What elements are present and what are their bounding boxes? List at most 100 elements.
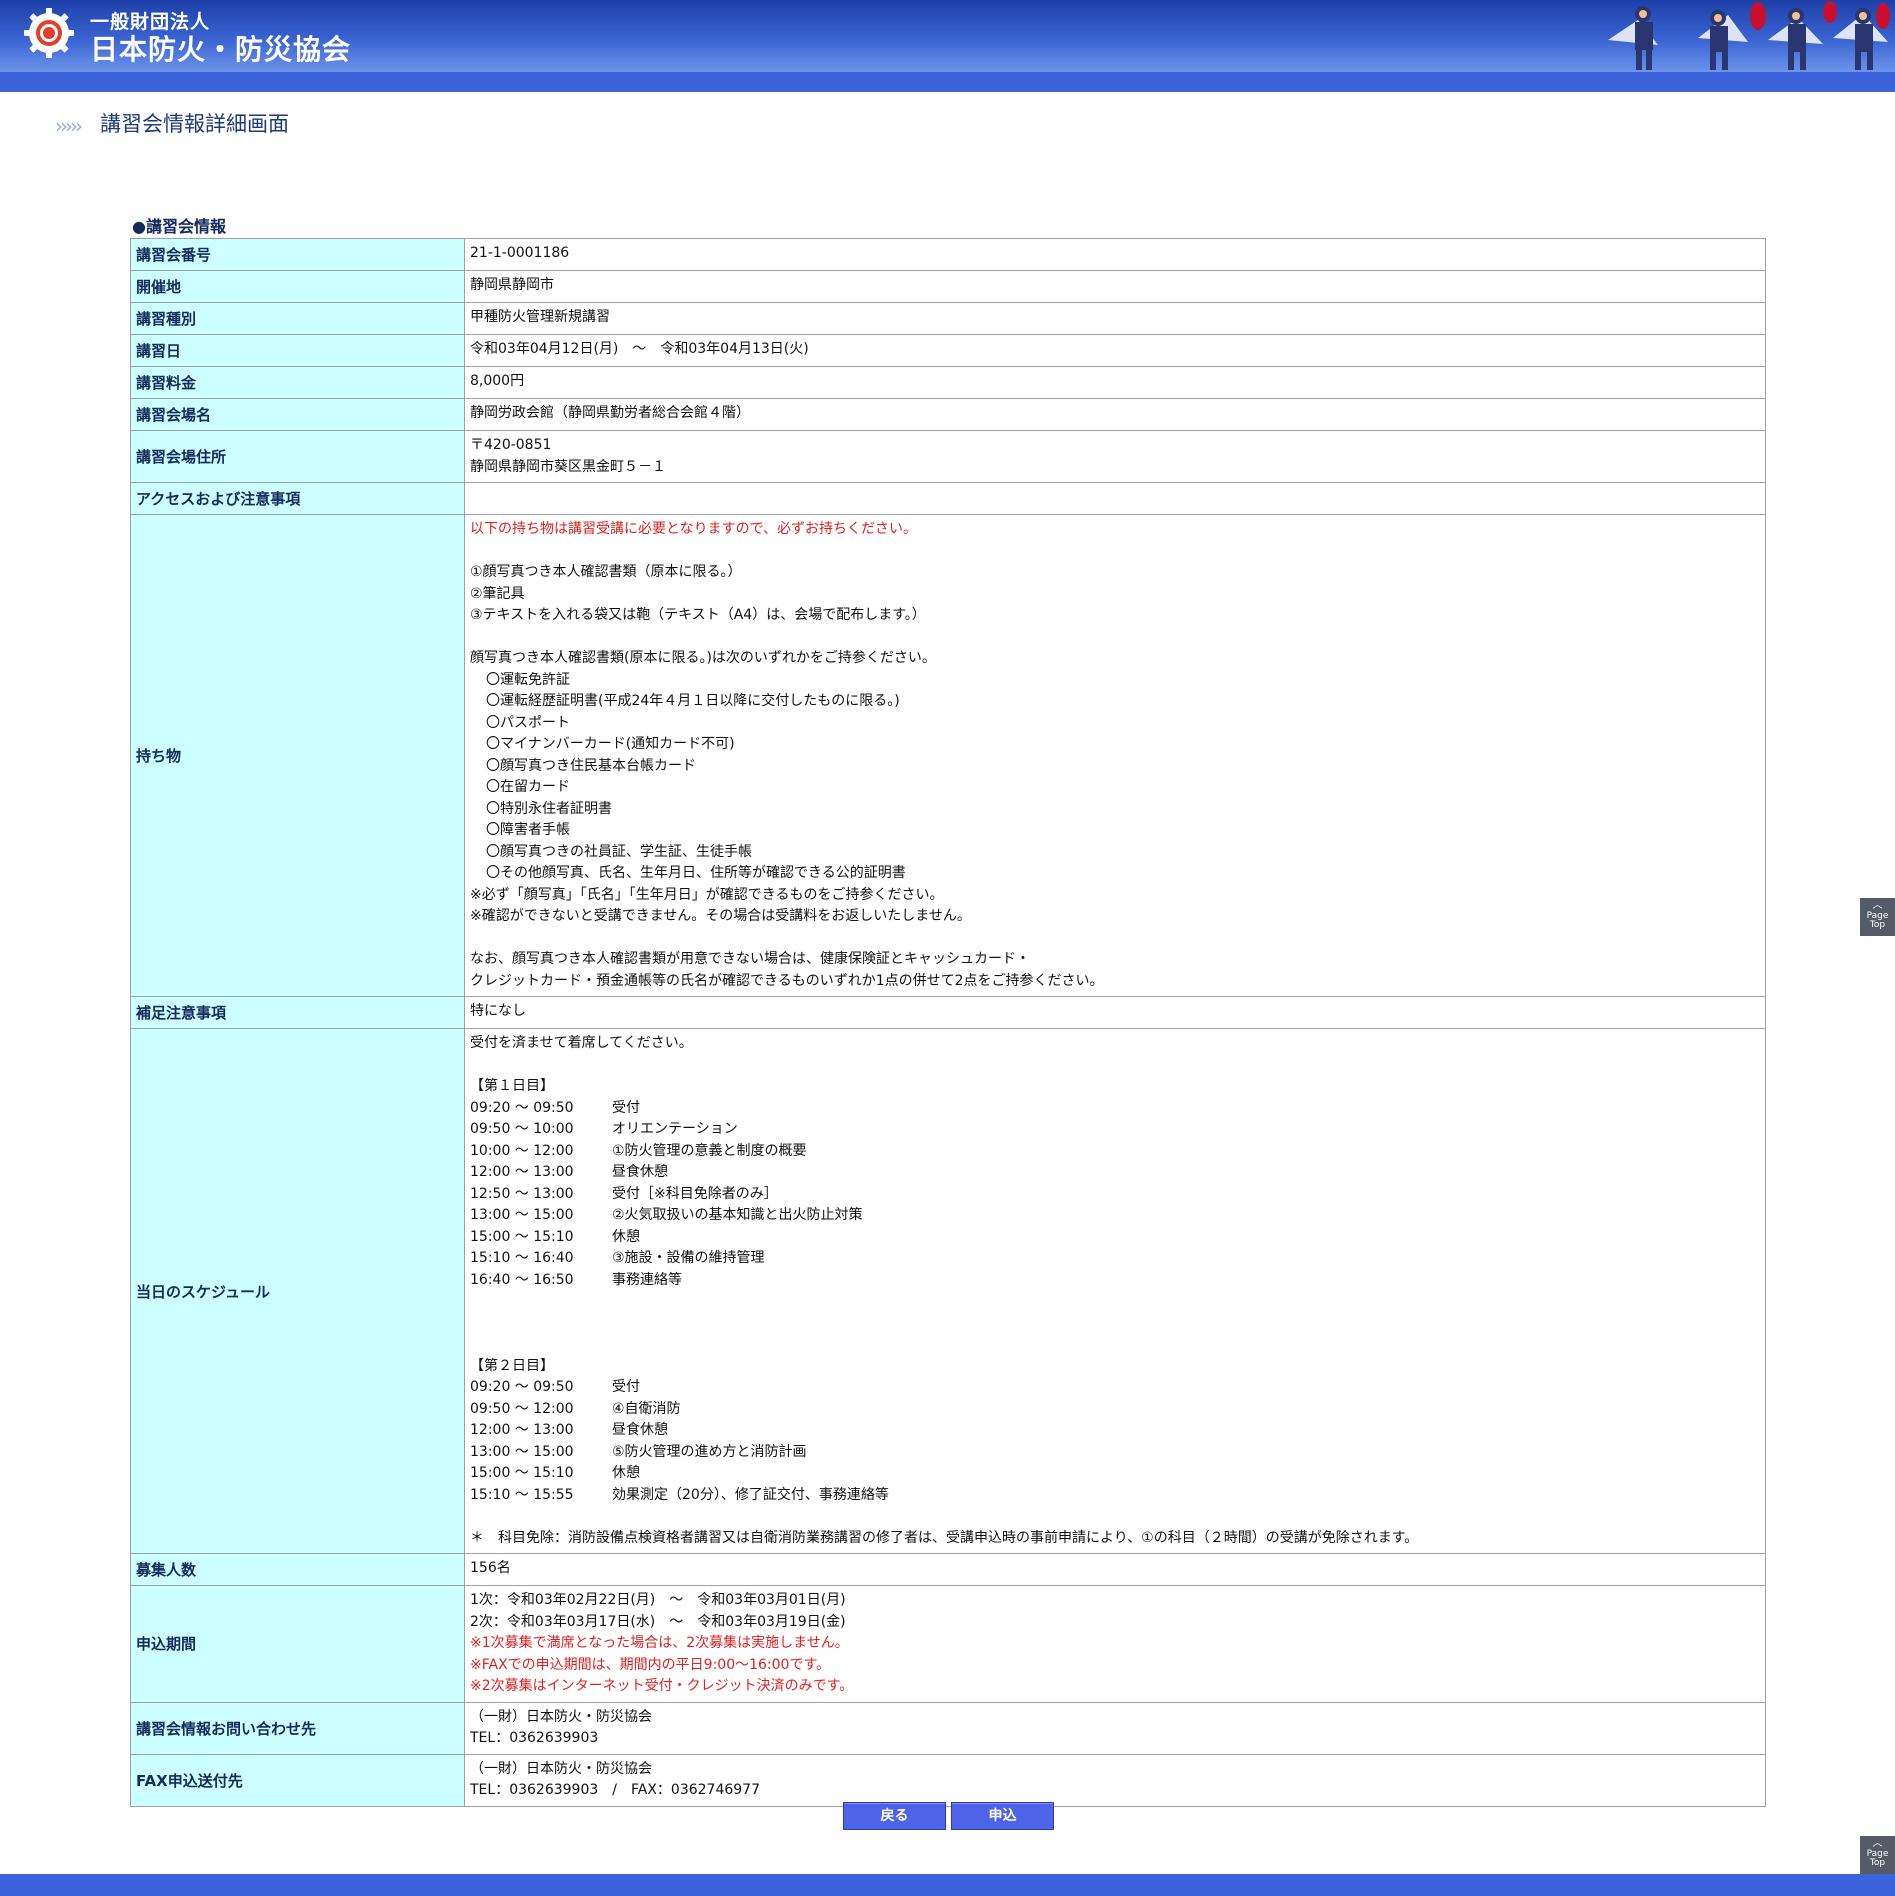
table-row: 申込期間 1次：令和03年02月22日(月) ～ 令和03年03月01日(月) …: [130, 1585, 1766, 1703]
table-row: 講習会番号 21-1-0001186: [130, 238, 1766, 271]
schedule-time: 12:50 ～ 13:00: [470, 1185, 574, 1202]
page-title: 講習会情報詳細画面: [100, 112, 289, 136]
schedule-entry: 09:50 ～ 12:00 ④自衛消防: [470, 1399, 1760, 1421]
table-row: 講習種別 甲種防火管理新規講習: [130, 302, 1766, 335]
header-strip: [0, 72, 1895, 92]
row-label-fax: FAX申込送付先: [130, 1753, 465, 1807]
list-item: 〇パスポート: [486, 714, 570, 731]
schedule-time: 13:00 ～ 15:00: [470, 1443, 574, 1460]
schedule-time: 15:10 ～ 16:40: [470, 1250, 574, 1266]
postal-code: 〒420-0851: [470, 437, 552, 453]
list-item: 〇その他顔写真、氏名、生年月日、住所等が確認できる公的証明書: [486, 865, 906, 881]
items-note: ※確認ができないと受講できません。その場合は受講料をお返しいたしません。: [470, 908, 971, 924]
page-top-label: Top: [1869, 1858, 1886, 1868]
table-row: 講習日 令和03年04月12日(月) ～ 令和03年04月13日(火): [130, 334, 1766, 367]
list-item: 〇運転免許証: [486, 671, 570, 688]
page-top-button[interactable]: ︿ Page Top: [1860, 898, 1895, 936]
row-label-location: 開催地: [130, 270, 465, 303]
row-label-schedule: 当日のスケジュール: [130, 1028, 465, 1554]
row-label-period: 申込期間: [130, 1585, 465, 1703]
schedule-entry: 13:00 ～ 15:00 ②火気取扱いの基本知識と出火防止対策: [470, 1205, 1760, 1227]
list-item: 〇障害者手帳: [486, 822, 570, 838]
row-label-address: 講習会場住所: [130, 430, 465, 483]
table-row: 講習会情報お問い合わせ先 （一財）日本防火・防災協会 TEL：036263990…: [130, 1701, 1766, 1755]
schedule-cell: 受付を済ませて着席してください。 【第１日目】 09:20 ～ 09:50 受付 …: [464, 1028, 1766, 1554]
schedule-time: 09:50 ～ 10:00: [470, 1121, 574, 1137]
period-note: ※FAXでの申込期間は、期間内の平日9:00～16:00です。: [470, 1656, 831, 1673]
row-label-type: 講習種別: [130, 302, 465, 335]
row-label-fee: 講習料金: [130, 366, 465, 399]
list-item: 〇マイナンバーカード(通知カード不可): [486, 736, 735, 752]
schedule-entry: 15:10 ～ 15:55 効果測定（20分）、修了証交付、事務連絡等: [470, 1485, 1760, 1507]
firefighter-illustration-icon: [1608, 1, 1890, 70]
list-item: ②筆記具: [470, 585, 525, 602]
list-item: 〇顔写真つき住民基本台帳カード: [486, 757, 696, 774]
day2-title: 【第２日目】: [470, 1357, 554, 1374]
apply-button[interactable]: 申込: [951, 1802, 1054, 1830]
contact-tel: TEL：0362639903: [470, 1730, 599, 1746]
page-top-label: Top: [1869, 920, 1886, 930]
course-dates-value: 令和03年04月12日(月) ～ 令和03年04月13日(火): [464, 334, 1766, 367]
schedule-desc: 受付: [612, 1379, 640, 1395]
section-heading: ●講習会情報: [132, 217, 226, 236]
schedule-entry: 13:00 ～ 15:00 ⑤防火管理の進め方と消防計画: [470, 1442, 1760, 1464]
schedule-desc: 昼食休憩: [612, 1164, 668, 1180]
schedule-entry: 15:00 ～ 15:10 休憩: [470, 1463, 1760, 1485]
fire-prevention-emblem-icon: [24, 8, 74, 58]
schedule-entry: 12:00 ～ 13:00 昼食休憩: [470, 1162, 1760, 1184]
course-info-table: 講習会番号 21-1-0001186 開催地 静岡県静岡市 講習種別 甲種防火管…: [130, 238, 1766, 1807]
venue-address-cell: 〒420-0851 静岡県静岡市葵区黒金町５－１: [464, 430, 1766, 483]
schedule-entry: 16:40 ～ 16:50 事務連絡等: [470, 1270, 1760, 1292]
row-label-dates: 講習日: [130, 334, 465, 367]
address-line: 静岡県静岡市葵区黒金町５－１: [470, 458, 666, 475]
schedule-desc: 効果測定（20分）、修了証交付、事務連絡等: [612, 1486, 889, 1503]
course-type-value: 甲種防火管理新規講習: [464, 302, 1766, 335]
table-row: 募集人数 156名: [130, 1553, 1766, 1586]
table-row: 補足注意事項 特になし: [130, 996, 1766, 1029]
supplement-value: 特になし: [464, 996, 1766, 1029]
table-row: FAX申込送付先 （一財）日本防火・防災協会 TEL：0362639903 / …: [130, 1753, 1766, 1807]
row-label-contact: 講習会情報お問い合わせ先: [130, 1701, 465, 1755]
schedule-entry: 09:50 ～ 10:00 オリエンテーション: [470, 1119, 1760, 1141]
schedule-time: 09:20 ～ 09:50: [470, 1099, 574, 1116]
location-value: 静岡県静岡市: [464, 270, 1766, 303]
page-top-button[interactable]: ︿ Page Top: [1860, 1836, 1895, 1874]
venue-value: 静岡労政会館（静岡県勤労者総合会館４階）: [464, 398, 1766, 431]
course-fee-value: 8,000円: [464, 366, 1766, 399]
schedule-entry: 09:20 ～ 09:50 受付: [470, 1377, 1760, 1399]
schedule-desc: ②火気取扱いの基本知識と出火防止対策: [612, 1207, 863, 1223]
schedule-time: 09:20 ～ 09:50: [470, 1379, 574, 1395]
schedule-desc: 休憩: [612, 1465, 640, 1481]
schedule-time: 09:50 ～ 12:00: [470, 1400, 574, 1417]
items-notice: 以下の持ち物は講習受講に必要となりますので、必ずお持ちください。: [470, 521, 918, 537]
period-cell: 1次：令和03年02月22日(月) ～ 令和03年03月01日(月) 2次：令和…: [464, 1585, 1766, 1703]
list-item: 〇在留カード: [486, 779, 570, 795]
list-item: 〇顔写真つきの社員証、学生証、生徒手帳: [486, 843, 752, 860]
schedule-entry: 15:00 ～ 15:10 休憩: [470, 1227, 1760, 1249]
org-name-logo: 日本防火・防災協会: [90, 33, 352, 66]
schedule-time: 15:00 ～ 15:10: [470, 1228, 574, 1245]
schedule-desc: 休憩: [612, 1228, 640, 1245]
footer-bar: [0, 1874, 1895, 1896]
row-label-venue: 講習会場名: [130, 398, 465, 431]
id-intro: 顔写真つき本人確認書類(原本に限る。)は次のいずれかをご持参ください。: [470, 650, 936, 666]
schedule-entry: 15:10 ～ 16:40 ③施設・設備の維持管理: [470, 1248, 1760, 1270]
list-item: 〇特別永住者証明書: [486, 800, 612, 817]
title-arrows-icon: ›››››: [55, 114, 83, 138]
chevron-up-icon: ︿: [1872, 1838, 1883, 1849]
row-label-items: 持ち物: [130, 514, 465, 997]
table-row: 講習会場名 静岡労政会館（静岡県勤労者総合会館４階）: [130, 398, 1766, 431]
schedule-entry: 09:20 ～ 09:50 受付: [470, 1098, 1760, 1120]
row-label-number: 講習会番号: [130, 238, 465, 271]
schedule-desc: 事務連絡等: [612, 1271, 682, 1288]
list-item: ③テキストを入れる袋又は鞄（テキスト（A4）は、会場で配布します。）: [470, 607, 926, 623]
schedule-entry: 12:00 ～ 13:00 昼食休憩: [470, 1420, 1760, 1442]
access-value: [464, 482, 1766, 515]
period-note: ※2次募集はインターネット受付・クレジット決済のみです。: [470, 1678, 854, 1694]
schedule-desc: ①防火管理の意義と制度の概要: [612, 1142, 807, 1159]
fax-org: （一財）日本防火・防災協会: [470, 1760, 652, 1777]
back-button[interactable]: 戻る: [843, 1802, 946, 1830]
fax-cell: （一財）日本防火・防災協会 TEL：0362639903 / FAX：03627…: [464, 1753, 1766, 1807]
items-cell: 以下の持ち物は講習受講に必要となりますので、必ずお持ちください。 ①顔写真つき本…: [464, 514, 1766, 997]
schedule-desc: 受付: [612, 1099, 640, 1116]
